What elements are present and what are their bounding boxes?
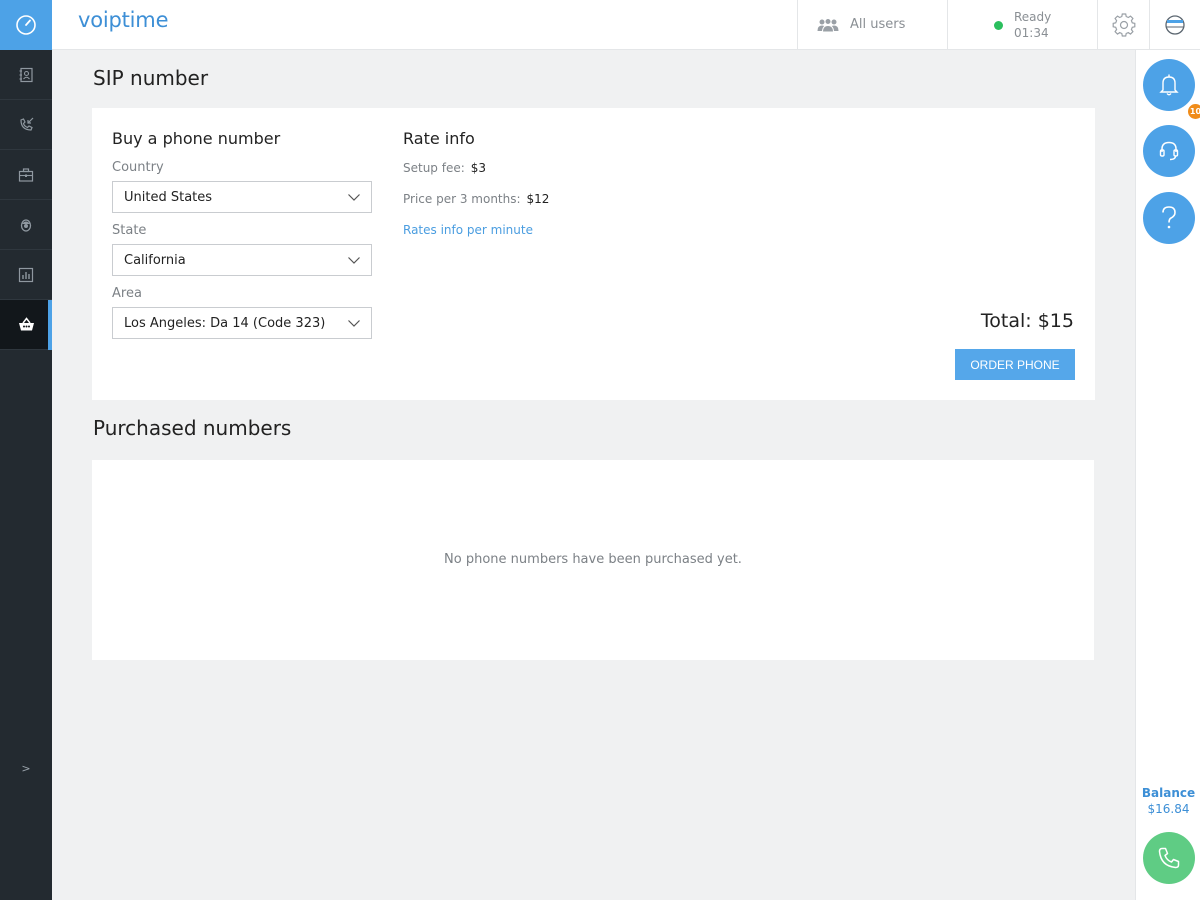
expand-sidebar-button[interactable]: >: [0, 758, 52, 780]
bar-chart-icon: [18, 267, 34, 282]
area-label: Area: [112, 286, 142, 301]
sidebar-item-reports[interactable]: [0, 250, 52, 300]
bell-icon: [1159, 74, 1179, 96]
support-button[interactable]: [1143, 125, 1195, 177]
settings-button[interactable]: [1097, 0, 1149, 49]
notification-count-badge: 10: [1186, 102, 1200, 121]
country-label: Country: [112, 160, 164, 175]
help-button[interactable]: [1143, 192, 1195, 244]
sidebar-item-calls[interactable]: [0, 100, 52, 150]
chevron-down-icon: [348, 257, 360, 264]
sidebar-item-shop[interactable]: [0, 300, 52, 350]
shopping-basket-icon: [18, 317, 34, 331]
speedometer-icon: [16, 15, 36, 35]
gear-icon: [1112, 12, 1135, 37]
language-button[interactable]: [1149, 0, 1200, 49]
country-select[interactable]: United States: [112, 181, 372, 213]
order-total: Total: $15: [980, 310, 1074, 332]
users-icon: [817, 17, 839, 32]
agent-icon: [20, 218, 32, 232]
status-text: Ready: [1014, 9, 1052, 24]
chevron-down-icon: [348, 320, 360, 327]
empty-state-message: No phone numbers have been purchased yet…: [444, 552, 742, 567]
right-rail: 10 Balance $16.84: [1135, 50, 1200, 900]
country-value: United States: [124, 189, 213, 205]
balance-label: Balance: [1141, 786, 1196, 800]
globe-icon: [1165, 14, 1185, 35]
main-content: SIP number Buy a phone number Country Un…: [52, 50, 1135, 900]
price-label: Price per 3 months:: [403, 192, 521, 206]
users-filter-label: All users: [850, 17, 906, 32]
contacts-icon: [19, 67, 33, 82]
rate-info-title: Rate info: [403, 129, 475, 148]
users-filter[interactable]: All users: [797, 0, 947, 49]
state-select[interactable]: California: [112, 244, 372, 276]
sidebar-item-agents[interactable]: [0, 200, 52, 250]
incoming-call-icon: [19, 117, 33, 131]
left-sidebar: >: [0, 0, 52, 900]
dashboard-button[interactable]: [0, 0, 52, 50]
buy-number-title: Buy a phone number: [112, 129, 281, 148]
price-row: Price per 3 months: $12: [403, 192, 549, 206]
order-phone-button[interactable]: ORDER PHONE: [955, 349, 1075, 380]
page-title: SIP number: [93, 66, 209, 90]
notifications-button[interactable]: 10: [1143, 59, 1200, 121]
chevron-down-icon: [348, 194, 360, 201]
area-value: Los Angeles: Da 14 (Code 323): [124, 315, 326, 331]
question-icon: [1162, 206, 1176, 229]
rates-per-minute-link[interactable]: Rates info per minute: [403, 223, 533, 237]
status-timer: 01:34: [1014, 25, 1049, 40]
sidebar-item-contacts[interactable]: [0, 50, 52, 100]
buy-number-card: Buy a phone number Country United States…: [92, 108, 1095, 400]
app-logo: voiptime: [78, 8, 169, 32]
headset-icon: [1159, 141, 1179, 161]
purchased-numbers-card: No phone numbers have been purchased yet…: [92, 460, 1094, 660]
balance-value: $16.84: [1147, 802, 1190, 816]
briefcase-icon: [18, 167, 34, 182]
setup-fee-value: $3: [470, 161, 487, 175]
agent-status[interactable]: Ready 01:34: [947, 0, 1097, 49]
state-label: State: [112, 223, 147, 238]
call-button[interactable]: [1143, 832, 1195, 884]
status-indicator: [994, 21, 1003, 30]
purchased-numbers-title: Purchased numbers: [93, 416, 292, 440]
setup-fee-row: Setup fee: $3: [403, 161, 486, 175]
top-bar: voiptime All users Ready 01:34: [52, 0, 1200, 50]
price-value: $12: [526, 192, 550, 206]
area-select[interactable]: Los Angeles: Da 14 (Code 323): [112, 307, 372, 339]
state-value: California: [124, 252, 186, 268]
setup-fee-label: Setup fee:: [403, 161, 465, 175]
sidebar-item-campaigns[interactable]: [0, 150, 52, 200]
phone-icon: [1158, 847, 1180, 869]
